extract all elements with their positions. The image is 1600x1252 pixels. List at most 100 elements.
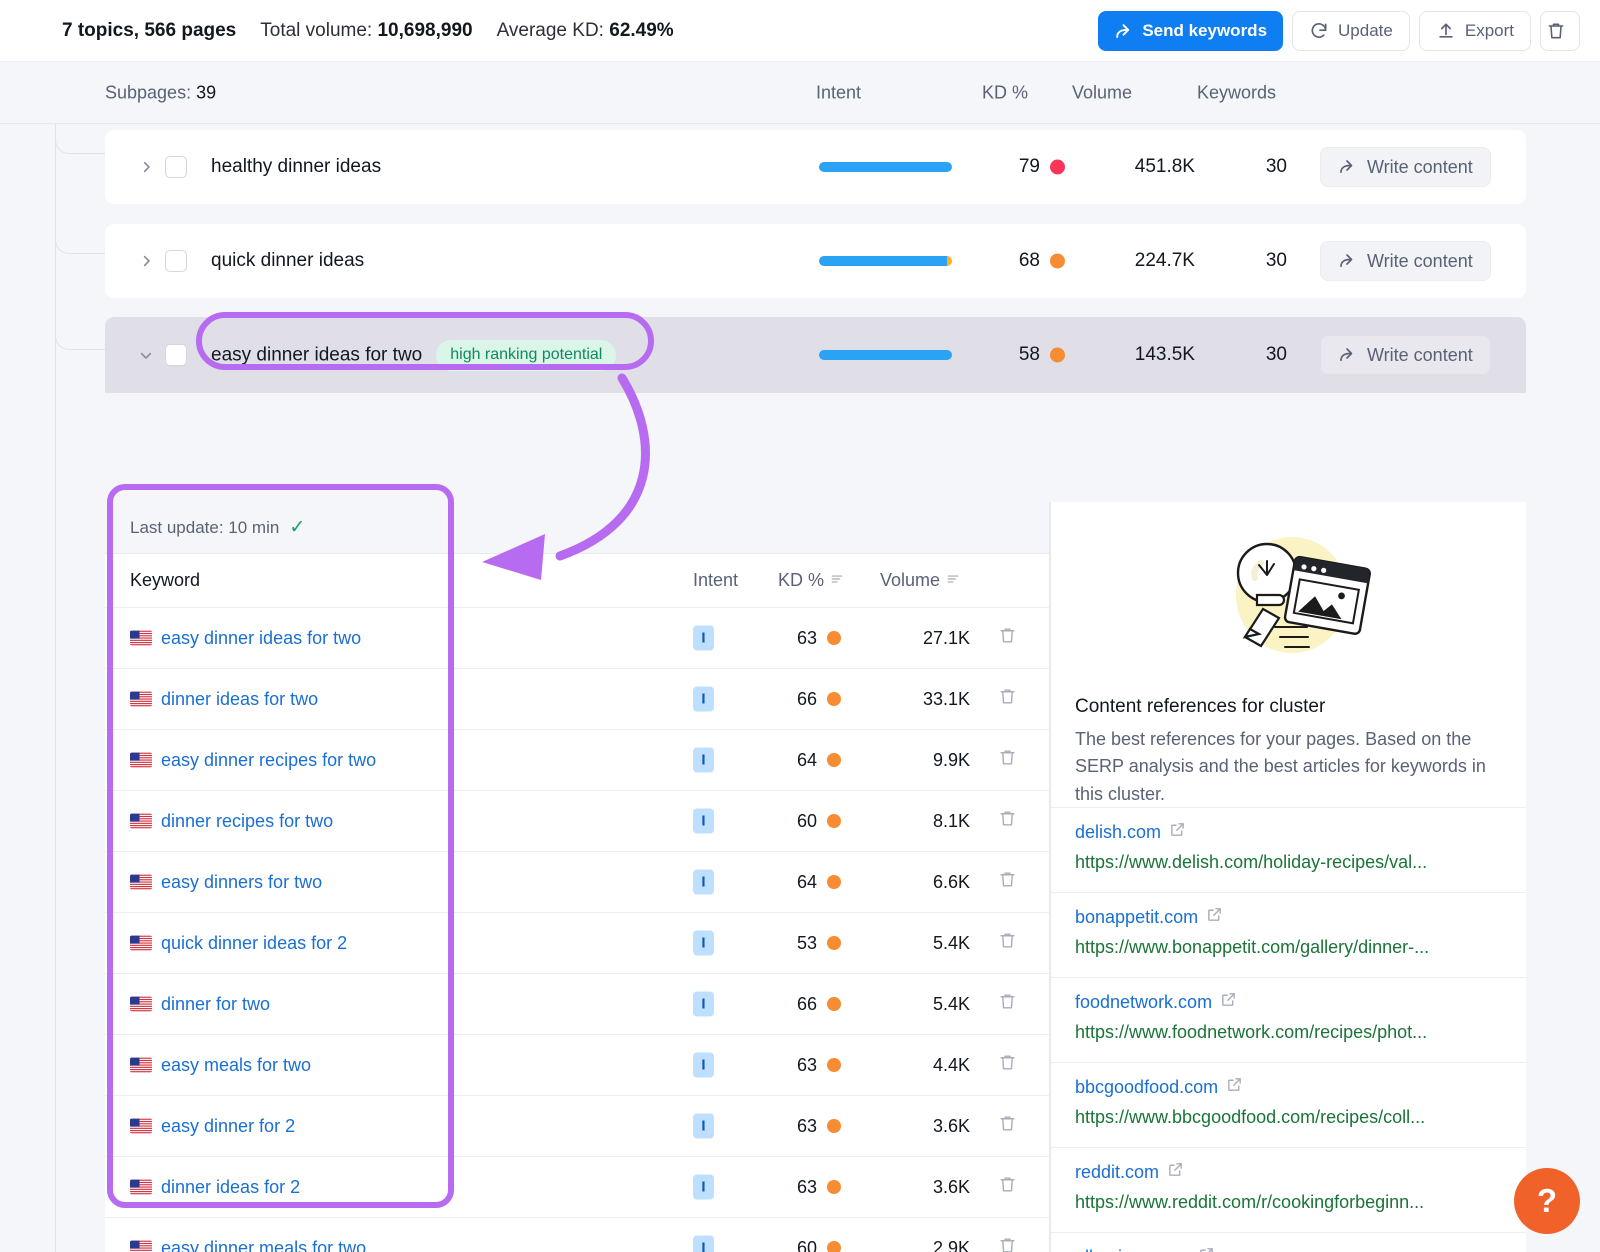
keyword-link[interactable]: easy dinner meals for two — [161, 1238, 366, 1252]
delete-button[interactable] — [1540, 11, 1580, 51]
intent-segment-commercial — [946, 256, 952, 266]
keyword-link[interactable]: easy dinners for two — [161, 872, 322, 893]
delete-keyword-icon[interactable] — [998, 687, 1017, 711]
topic-kd-value: 58 — [1018, 344, 1040, 365]
reference-domain-link[interactable]: reddit.com — [1075, 1161, 1502, 1183]
write-content-button[interactable]: Write content — [1320, 241, 1491, 281]
us-flag-icon — [130, 1179, 152, 1195]
intent-badge-informational[interactable]: I — [693, 686, 714, 712]
kd-column-header[interactable]: KD % — [778, 570, 844, 591]
intent-badge-informational[interactable]: I — [693, 1235, 714, 1252]
keyword-link[interactable]: dinner for two — [161, 994, 270, 1015]
topic-checkbox[interactable] — [165, 344, 187, 366]
high-ranking-potential-badge: high ranking potential — [436, 339, 617, 371]
reference-item[interactable]: delish.com https://www.delish.com/holiday… — [1051, 807, 1526, 892]
write-content-button[interactable]: Write content — [1320, 335, 1491, 375]
delete-keyword-icon[interactable] — [998, 809, 1017, 833]
keyword-row[interactable]: dinner ideas for 2 I 63 3.6K — [105, 1157, 1049, 1218]
reference-domain-label: bbcgoodfood.com — [1075, 1076, 1219, 1097]
reference-url: https://www.delish.com/holiday-recipes/v… — [1075, 852, 1428, 872]
topic-checkbox[interactable] — [165, 250, 187, 272]
topic-keywords-value: 30 — [1265, 156, 1287, 177]
reference-url: https://www.bonappetit.com/gallery/dinne… — [1075, 937, 1430, 957]
help-button[interactable]: ? — [1514, 1168, 1580, 1234]
column-header-kd[interactable]: KD % — [982, 82, 1028, 103]
topic-row-selected[interactable]: easy dinner ideas for two high ranking po… — [105, 317, 1526, 393]
keyword-row[interactable]: dinner ideas for two I 66 33.1K — [105, 669, 1049, 730]
delete-keyword-icon[interactable] — [998, 1114, 1017, 1138]
intent-badge-informational[interactable]: I — [693, 1113, 714, 1139]
keyword-row[interactable]: easy dinner ideas for two I 63 27.1K — [105, 608, 1049, 669]
reference-item[interactable]: allrecipes.comhttps://www.allrecipes.com… — [1051, 1232, 1526, 1252]
topic-row[interactable]: quick dinner ideas 68 224.7K 30 Write co… — [105, 224, 1526, 298]
keyword-link[interactable]: easy dinner for 2 — [161, 1116, 295, 1137]
write-content-button[interactable]: Write content — [1320, 147, 1491, 187]
keyword-link[interactable]: quick dinner ideas for 2 — [161, 933, 347, 954]
keyword-row[interactable]: dinner for two I 66 5.4K — [105, 974, 1049, 1035]
column-header-intent[interactable]: Intent — [816, 82, 861, 103]
keyword-volume-value: 9.9K — [932, 749, 970, 770]
reference-domain-link[interactable]: foodnetwork.com — [1075, 991, 1502, 1013]
keyword-row[interactable]: easy dinners for two I 64 6.6K — [105, 852, 1049, 913]
intent-badge-informational[interactable]: I — [693, 991, 714, 1017]
keyword-row[interactable]: easy dinner for 2 I 63 3.6K — [105, 1096, 1049, 1157]
update-label: Update — [1338, 21, 1393, 40]
topic-checkbox[interactable] — [165, 156, 187, 178]
intent-badge-informational[interactable]: I — [693, 1052, 714, 1078]
delete-keyword-icon[interactable] — [998, 931, 1017, 955]
keyword-kd-value: 63 — [796, 627, 817, 648]
intent-badge-informational[interactable]: I — [693, 625, 714, 651]
keyword-link[interactable]: easy dinner ideas for two — [161, 628, 361, 649]
send-keywords-button[interactable]: Send keywords — [1098, 11, 1284, 51]
reference-domain-link[interactable]: bonappetit.com — [1075, 906, 1502, 928]
topic-volume-value: 143.5K — [1134, 344, 1195, 365]
last-update-label: Last update: 10 min — [130, 517, 280, 537]
column-header-volume[interactable]: Volume — [1072, 82, 1132, 103]
delete-keyword-icon[interactable] — [998, 992, 1017, 1016]
volume-column-header[interactable]: Volume — [880, 570, 960, 591]
reference-domain-label: delish.com — [1075, 821, 1162, 842]
keyword-link[interactable]: dinner ideas for two — [161, 689, 318, 710]
keyword-volume-value: 33.1K — [922, 688, 970, 709]
keyword-row[interactable]: easy meals for two I 63 4.4K — [105, 1035, 1049, 1096]
reference-item[interactable]: reddit.com https://www.reddit.com/r/cooki… — [1051, 1147, 1526, 1232]
reference-item[interactable]: bonappetit.com https://www.bonappetit.com… — [1051, 892, 1526, 977]
topic-row[interactable]: healthy dinner ideas 79 451.8K 30 Write … — [105, 130, 1526, 204]
collapse-chevron-down-icon[interactable] — [129, 348, 163, 363]
reference-item[interactable]: bbcgoodfood.com https://www.bbcgoodfood.c… — [1051, 1062, 1526, 1147]
keyword-link[interactable]: dinner ideas for 2 — [161, 1177, 300, 1198]
delete-keyword-icon[interactable] — [998, 748, 1017, 772]
keyword-row[interactable]: easy dinner meals for two I 60 2.9K — [105, 1218, 1049, 1252]
reference-domain-link[interactable]: bbcgoodfood.com — [1075, 1076, 1502, 1098]
kd-difficulty-dot — [1050, 253, 1065, 269]
reference-domain-link[interactable]: delish.com — [1075, 821, 1502, 843]
us-flag-icon — [130, 813, 152, 829]
intent-badge-informational[interactable]: I — [693, 1174, 714, 1200]
intent-badge-informational[interactable]: I — [693, 869, 714, 895]
sort-icon — [946, 570, 960, 591]
keyword-link[interactable]: dinner recipes for two — [161, 811, 333, 832]
keyword-row[interactable]: dinner recipes for two I 60 8.1K — [105, 791, 1049, 852]
reference-item[interactable]: foodnetwork.com https://www.foodnetwork.c… — [1051, 977, 1526, 1062]
expand-chevron-right-icon[interactable] — [129, 252, 163, 270]
write-content-label: Write content — [1367, 156, 1473, 177]
send-keywords-label: Send keywords — [1142, 21, 1268, 40]
update-button[interactable]: Update — [1292, 11, 1410, 51]
keyword-row[interactable]: easy dinner recipes for two I 64 9.9K — [105, 730, 1049, 791]
column-header-keywords[interactable]: Keywords — [1197, 82, 1276, 103]
delete-keyword-icon[interactable] — [998, 626, 1017, 650]
kd-difficulty-dot — [827, 997, 841, 1011]
keyword-link[interactable]: easy meals for two — [161, 1055, 311, 1076]
intent-badge-informational[interactable]: I — [693, 930, 714, 956]
intent-badge-informational[interactable]: I — [693, 808, 714, 834]
reference-domain-link[interactable]: allrecipes.com — [1075, 1246, 1502, 1252]
export-button[interactable]: Export — [1418, 11, 1531, 51]
delete-keyword-icon[interactable] — [998, 1175, 1017, 1199]
intent-badge-informational[interactable]: I — [693, 747, 714, 773]
delete-keyword-icon[interactable] — [998, 1236, 1017, 1252]
keyword-link[interactable]: easy dinner recipes for two — [161, 750, 376, 771]
delete-keyword-icon[interactable] — [998, 870, 1017, 894]
keyword-row[interactable]: quick dinner ideas for 2 I 53 5.4K — [105, 913, 1049, 974]
delete-keyword-icon[interactable] — [998, 1053, 1017, 1077]
expand-chevron-right-icon[interactable] — [129, 158, 163, 176]
